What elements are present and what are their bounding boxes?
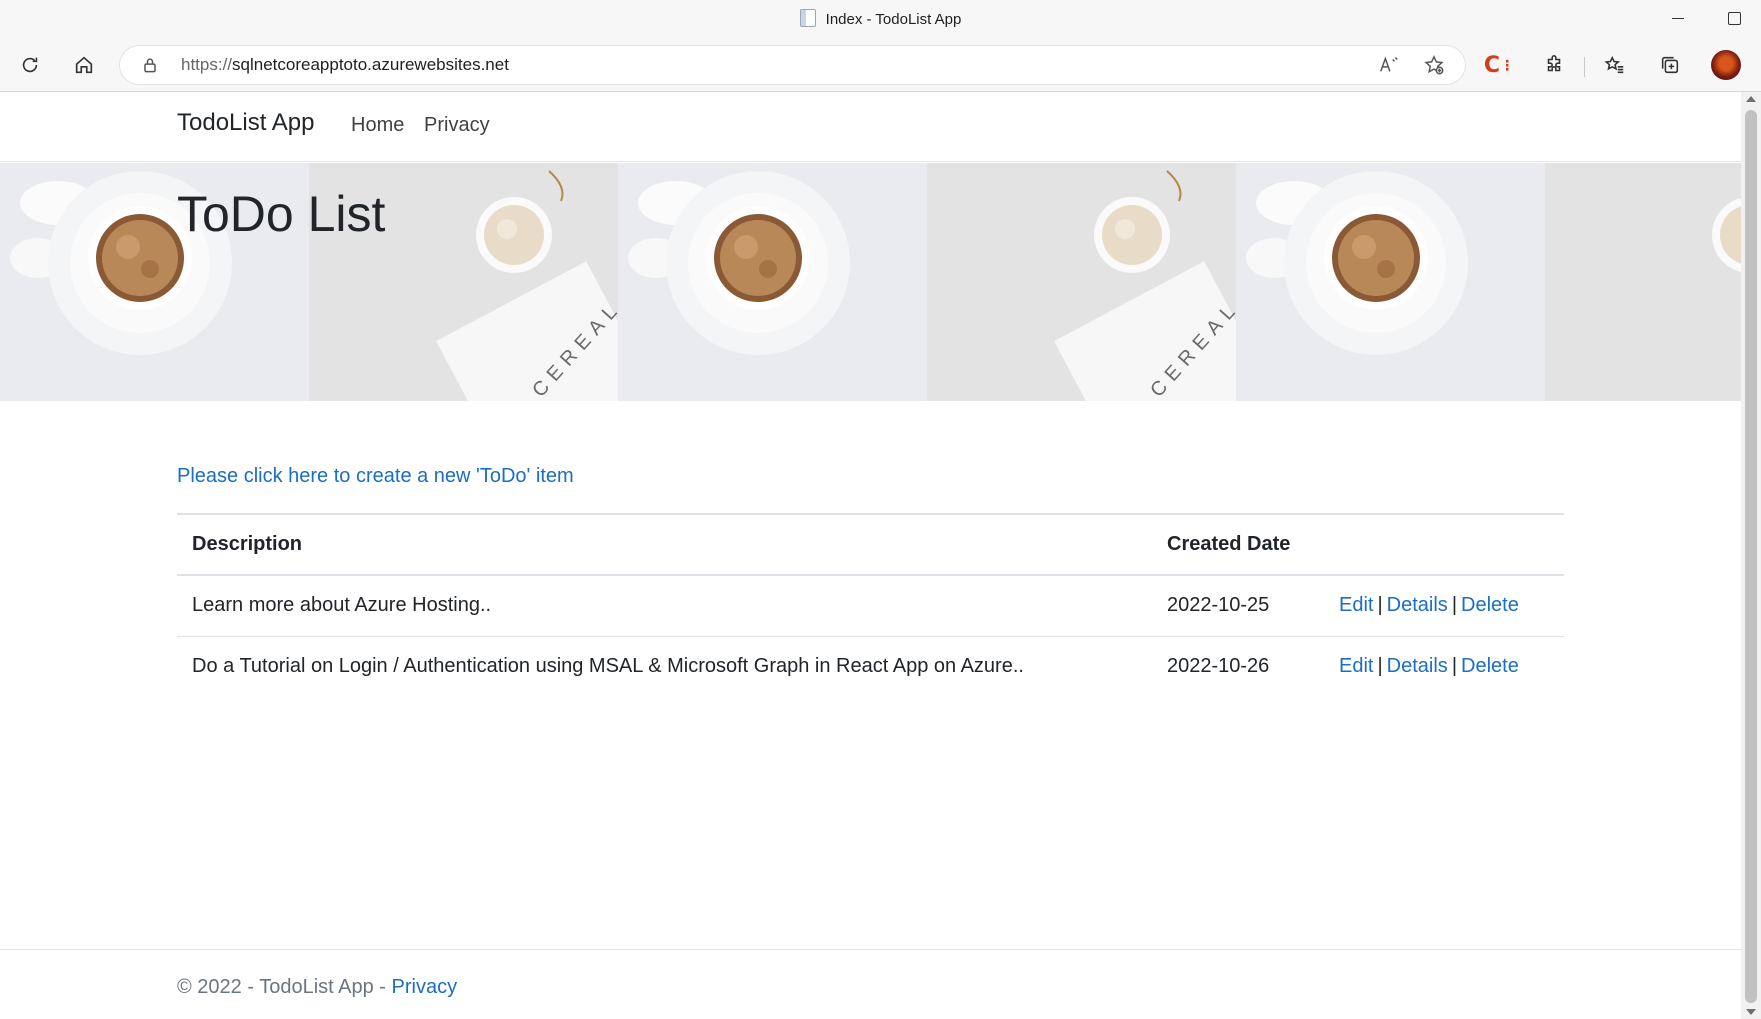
edit-link[interactable]: Edit bbox=[1339, 655, 1373, 677]
separator: | bbox=[1377, 594, 1383, 617]
lock-icon[interactable] bbox=[140, 55, 160, 75]
profile-avatar[interactable] bbox=[1711, 50, 1741, 80]
add-favorite-icon[interactable] bbox=[1423, 54, 1445, 76]
toolbar-separator bbox=[1584, 57, 1585, 77]
url-protocol: https:// bbox=[181, 55, 233, 74]
table-row: Do a Tutorial on Login / Authentication … bbox=[177, 636, 1564, 697]
url-host: sqlnetcoreapptoto.azurewebsites.net bbox=[232, 55, 509, 74]
scroll-thumb[interactable] bbox=[1745, 110, 1757, 1003]
edit-link[interactable]: Edit bbox=[1339, 594, 1373, 616]
page-viewport: TodoList App Home Privacy CEREAL CEREAL … bbox=[0, 92, 1761, 1019]
hero-image-tile bbox=[1236, 163, 1545, 401]
browser-toolbar: https://sqlnetcoreapptoto.azurewebsites.… bbox=[0, 38, 1761, 92]
site-navbar: TodoList App Home Privacy bbox=[0, 92, 1741, 162]
address-bar[interactable]: https://sqlnetcoreapptoto.azurewebsites.… bbox=[120, 46, 1465, 84]
collections-icon[interactable] bbox=[1652, 47, 1688, 83]
page-icon bbox=[799, 9, 816, 27]
separator: | bbox=[1451, 594, 1458, 617]
window-title: Index - TodoList App bbox=[0, 9, 1761, 28]
todo-created-date: 2022-10-25 bbox=[1152, 575, 1324, 637]
extension-c-icon[interactable]: C ⋮ bbox=[1481, 47, 1517, 83]
hero-image-tile: CEREAL bbox=[927, 163, 1270, 401]
delete-link[interactable]: Delete bbox=[1461, 655, 1519, 677]
page-title: ToDo List bbox=[177, 186, 386, 242]
create-todo-link[interactable]: Please click here to create a new 'ToDo'… bbox=[177, 465, 574, 488]
read-aloud-icon[interactable] bbox=[1378, 54, 1400, 76]
row-actions: Edit | Details | Delete bbox=[1324, 636, 1564, 697]
table-header-row: Description Created Date bbox=[177, 513, 1564, 576]
todo-created-date: 2022-10-26 bbox=[1167, 655, 1270, 678]
footer-privacy-link[interactable]: Privacy bbox=[392, 976, 458, 998]
refresh-icon[interactable] bbox=[12, 47, 48, 83]
header-actions bbox=[1324, 513, 1564, 576]
favorites-icon[interactable] bbox=[1597, 47, 1633, 83]
nav-home-link[interactable]: Home bbox=[351, 114, 404, 137]
hero-image-tile bbox=[618, 163, 927, 401]
details-link[interactable]: Details bbox=[1387, 594, 1448, 616]
footer-copyright: © 2022 - TodoList App - bbox=[177, 976, 392, 998]
details-link[interactable]: Details bbox=[1387, 655, 1448, 677]
scroll-down-arrow[interactable] bbox=[1746, 1009, 1756, 1015]
url-text[interactable]: https://sqlnetcoreapptoto.azurewebsites.… bbox=[181, 55, 509, 75]
header-created-date: Created Date bbox=[1152, 513, 1324, 576]
site-footer: © 2022 - TodoList App - Privacy bbox=[0, 949, 1741, 1019]
minimize-button[interactable] bbox=[1658, 6, 1698, 32]
extensions-icon[interactable] bbox=[1536, 47, 1572, 83]
scroll-up-arrow[interactable] bbox=[1746, 96, 1756, 102]
separator: | bbox=[1451, 655, 1458, 678]
window-title-text: Index - TodoList App bbox=[825, 11, 962, 28]
todo-description: Do a Tutorial on Login / Authentication … bbox=[192, 655, 1024, 678]
todo-table: Description Created Date Learn more abou… bbox=[177, 513, 1564, 697]
header-description: Description bbox=[177, 513, 1152, 576]
page-scrollbar[interactable] bbox=[1741, 92, 1761, 1019]
footer-text: © 2022 - TodoList App - Privacy bbox=[177, 976, 457, 999]
maximize-button[interactable] bbox=[1714, 6, 1754, 32]
todo-description: Learn more about Azure Hosting.. bbox=[177, 575, 1152, 637]
hero-image-tile bbox=[1545, 163, 1741, 401]
row-actions: Edit | Details | Delete bbox=[1324, 575, 1564, 637]
nav-privacy-link[interactable]: Privacy bbox=[424, 114, 490, 137]
table-row: Learn more about Azure Hosting.. 2022-10… bbox=[177, 575, 1564, 637]
home-icon[interactable] bbox=[66, 47, 102, 83]
hero-banner: CEREAL CEREAL ToDo List bbox=[0, 163, 1741, 401]
separator: | bbox=[1377, 655, 1383, 678]
brand-link[interactable]: TodoList App bbox=[177, 109, 314, 137]
browser-title-bar: Index - TodoList App bbox=[0, 0, 1761, 38]
delete-link[interactable]: Delete bbox=[1461, 594, 1519, 616]
